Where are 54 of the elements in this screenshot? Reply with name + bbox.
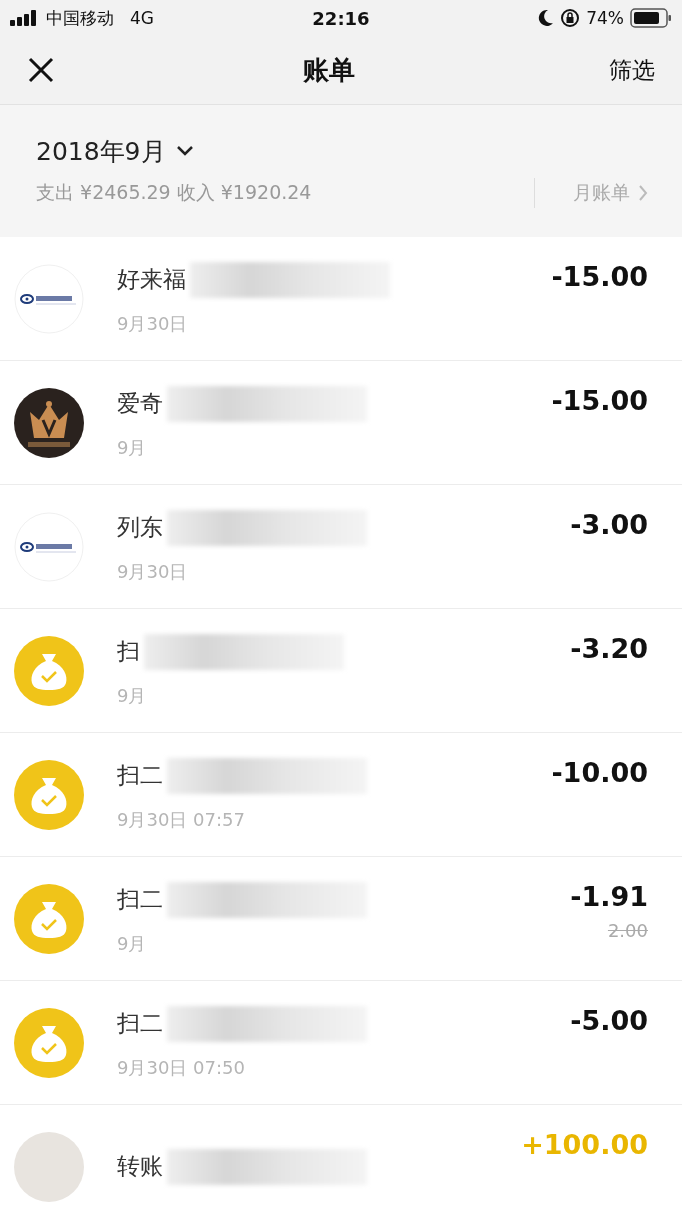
transaction-date: 9月30日 [117,559,189,584]
spending-income-totals: 支出 ¥2465.29 收入 ¥1920.24 [36,179,313,205]
transaction-date: 9月30日 [117,311,189,336]
money-bag-icon [13,759,84,830]
bank-logo-icon [13,263,84,334]
close-button[interactable] [26,55,56,85]
original-amount: 2.00 [607,920,648,941]
transaction-row[interactable]: 爱奇 9月 -15.00 [0,361,682,485]
money-bag-icon [13,635,84,706]
transaction-row[interactable]: 扫 9月 -3.20 [0,609,682,733]
chevron-down-icon [175,145,194,157]
transaction-date: 9月30日 07:57 [117,807,246,832]
amount: -3.20 [570,633,648,664]
clock-time: 22:16 [312,7,370,29]
transaction-row[interactable]: 列东 9月30日 -3.00 [0,485,682,609]
bank-logo-icon [13,511,84,582]
merchant-name: 扫二 [117,761,163,790]
merchant-name: 列东 [117,513,163,542]
merchant-name: 好来福 [117,265,186,294]
battery-percent: 74% [586,8,624,28]
battery-icon [630,8,672,28]
transaction-row[interactable]: 扫二 9月 -1.91 2.00 [0,857,682,981]
money-bag-icon [13,883,84,954]
amount: +100.00 [521,1129,648,1160]
amount: -3.00 [570,509,648,540]
carrier-name: 中国移动 [46,6,114,30]
merchant-name: 扫二 [117,885,163,914]
merchant-name: 扫 [117,637,140,666]
merchant-name: 转账 [117,1152,163,1181]
transaction-row[interactable]: 转账 +100.00 [0,1105,682,1212]
chevron-right-icon [638,183,648,202]
merchant-name: 扫二 [117,1009,163,1038]
close-icon [28,57,54,83]
transaction-date: 9月 [117,683,148,708]
amount: -1.91 [570,881,648,912]
transaction-row[interactable]: 好来福 9月30日 -15.00 [0,237,682,361]
rotation-lock-icon [560,8,581,28]
transaction-row[interactable]: 扫二 9月30日 07:50 -5.00 [0,981,682,1105]
month-picker[interactable]: 2018年9月 [36,134,194,168]
amount: -5.00 [570,1005,648,1036]
filter-button[interactable]: 筛选 [602,54,662,86]
network-type: 4G [130,8,154,28]
money-bag-icon [13,1007,84,1078]
transaction-date: 9月 [117,435,148,460]
moon-icon [538,9,555,27]
crown-logo-icon [13,387,84,458]
transaction-row[interactable]: 扫二 9月30日 07:57 -10.00 [0,733,682,857]
page-title: 账单 [303,53,355,87]
transaction-date: 9月 [117,931,148,956]
amount: -10.00 [551,757,648,788]
amount: -15.00 [551,385,648,416]
merchant-name: 爱奇 [117,389,163,418]
amount: -15.00 [551,261,648,292]
transaction-date: 9月30日 07:50 [117,1055,246,1080]
